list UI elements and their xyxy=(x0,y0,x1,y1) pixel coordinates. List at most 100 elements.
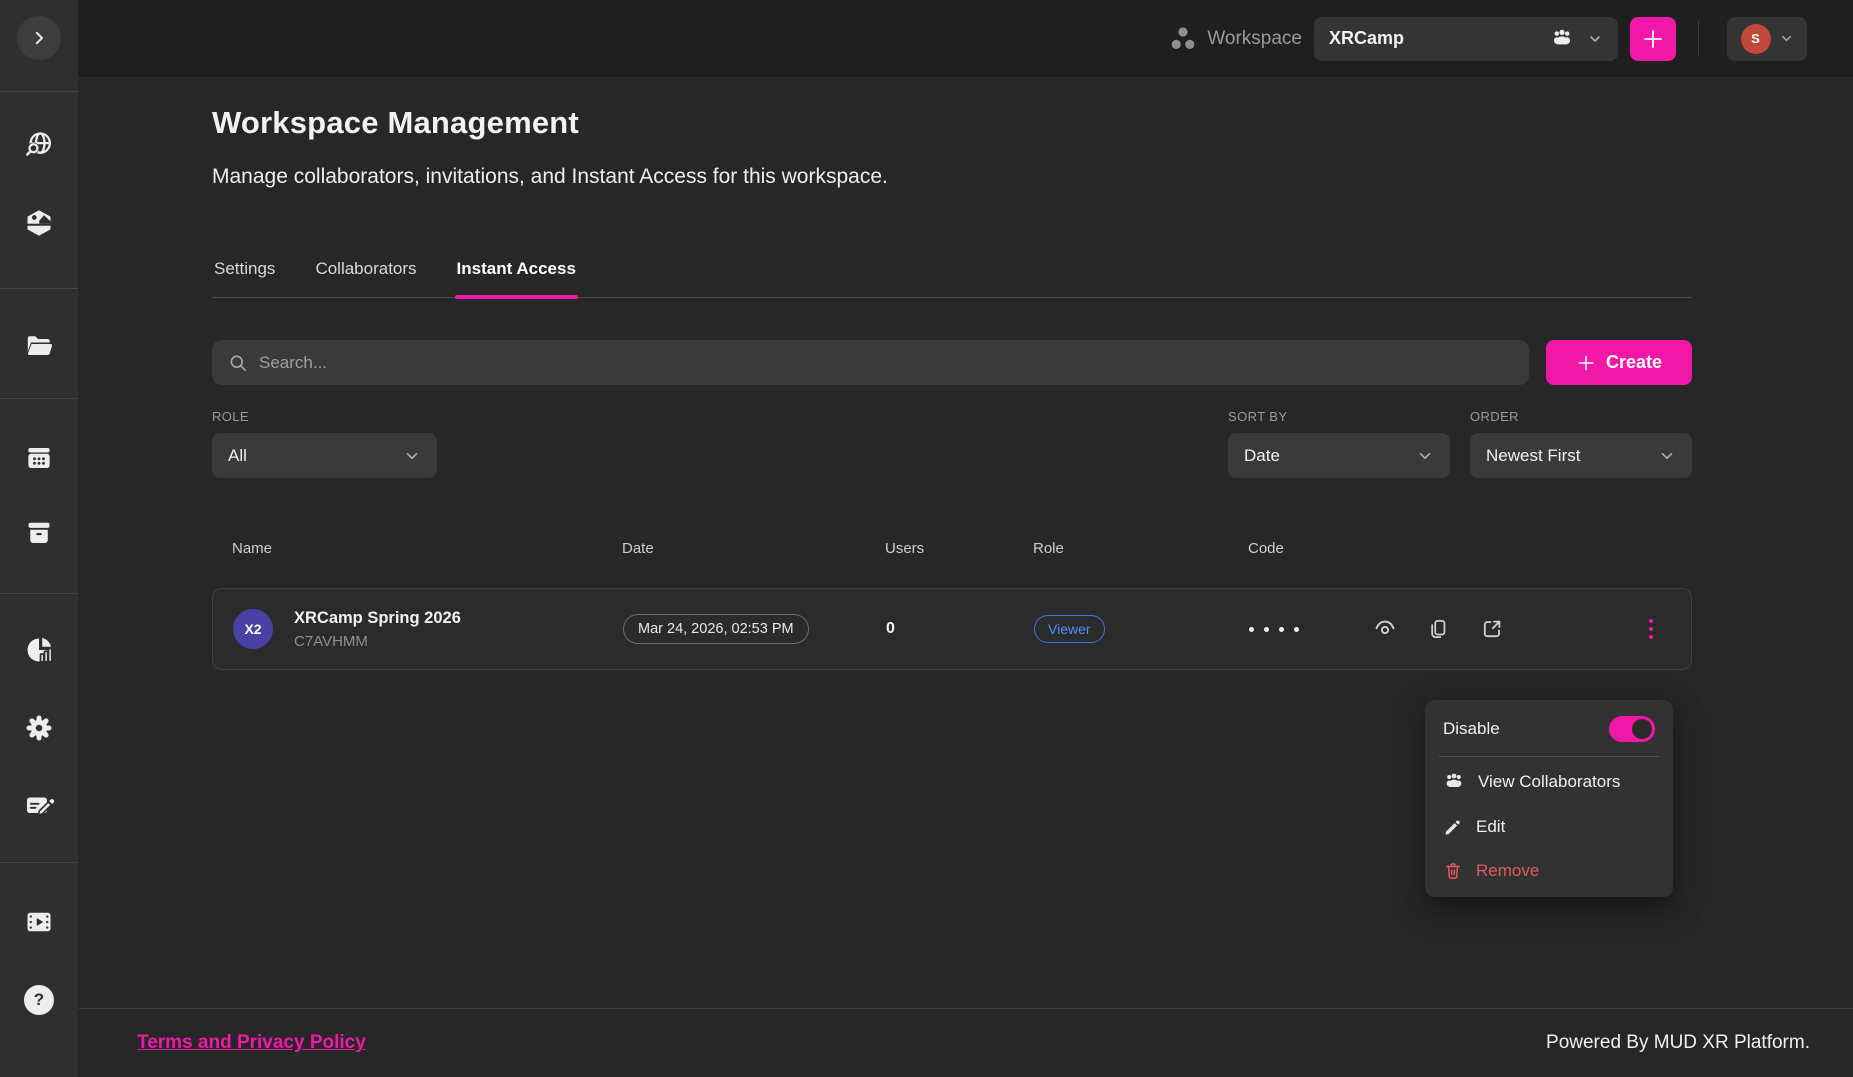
powered-by-text: Powered By MUD XR Platform. xyxy=(1546,1032,1810,1054)
plus-icon xyxy=(1576,353,1596,373)
search-input[interactable] xyxy=(259,353,1513,373)
preview-code-button[interactable] xyxy=(1373,617,1397,641)
sidebar-item-subscription[interactable] xyxy=(0,782,78,828)
sidebar-item-archive[interactable] xyxy=(0,510,78,556)
menu-item-edit[interactable]: Edit xyxy=(1425,805,1673,849)
filters-row: ROLE All SORT BY Date xyxy=(212,409,1692,478)
sidebar-divider xyxy=(0,288,78,289)
settings-gear-icon xyxy=(24,713,54,743)
trash-icon xyxy=(1443,861,1463,881)
plus-icon xyxy=(1641,27,1665,51)
sidebar-item-assets[interactable] xyxy=(0,200,78,246)
row-context-menu: Disable View Collaborators Edit Remove xyxy=(1425,700,1673,897)
sidebar-item-analytics[interactable] xyxy=(0,627,78,673)
order-label: ORDER xyxy=(1470,409,1692,424)
menu-item-view-collaborators[interactable]: View Collaborators xyxy=(1425,759,1673,805)
chevron-down-icon xyxy=(403,447,421,465)
tab-bar: Settings Collaborators Instant Access xyxy=(212,259,1692,298)
order-dropdown[interactable]: Newest First xyxy=(1470,433,1692,478)
avatar: S xyxy=(1741,24,1771,54)
column-header-code: Code xyxy=(1248,540,1372,557)
app-shell: ? Workspace XRCamp xyxy=(0,0,1853,1077)
menu-divider xyxy=(1439,756,1659,757)
role-filter-dropdown[interactable]: All xyxy=(212,433,437,478)
sidebar-divider xyxy=(0,91,78,92)
sidebar-divider xyxy=(0,398,78,399)
eye-icon xyxy=(1373,617,1397,641)
workspace-cluster: Workspace xyxy=(1168,24,1302,54)
sidebar-item-tutorials[interactable] xyxy=(0,899,78,945)
row-masked-code xyxy=(1249,627,1373,632)
order-value: Newest First xyxy=(1486,446,1580,466)
sidebar-divider xyxy=(0,593,78,594)
row-date-badge: Mar 24, 2026, 02:53 PM xyxy=(623,614,809,644)
chevron-down-icon xyxy=(1587,31,1603,47)
footer: Terms and Privacy Policy Powered By MUD … xyxy=(78,1008,1853,1077)
topbar: Workspace XRCamp S xyxy=(78,0,1853,78)
tab-settings[interactable]: Settings xyxy=(212,259,277,297)
sort-by-dropdown[interactable]: Date xyxy=(1228,433,1450,478)
toolbar: Create xyxy=(212,340,1692,385)
chevron-down-icon xyxy=(1416,447,1434,465)
people-group-icon xyxy=(1443,771,1465,793)
globe-search-icon xyxy=(24,130,54,160)
sidebar-item-explore[interactable] xyxy=(0,122,78,168)
folder-open-icon xyxy=(24,330,54,360)
page-subtitle: Manage collaborators, invitations, and I… xyxy=(212,165,1692,189)
row-role-badge: Viewer xyxy=(1034,615,1105,643)
open-link-button[interactable] xyxy=(1480,617,1504,641)
copy-code-button[interactable] xyxy=(1427,618,1450,641)
tab-instant-access[interactable]: Instant Access xyxy=(455,259,578,297)
sidebar: ? xyxy=(0,0,78,1077)
sidebar-item-help[interactable]: ? xyxy=(0,977,78,1023)
help-icon: ? xyxy=(24,985,54,1015)
people-group-icon xyxy=(1550,27,1574,51)
external-link-icon xyxy=(1480,617,1504,641)
disable-toggle[interactable] xyxy=(1609,716,1655,742)
tab-collaborators[interactable]: Collaborators xyxy=(313,259,418,297)
workspace-label: Workspace xyxy=(1207,28,1302,50)
main-column: Workspace XRCamp S xyxy=(78,0,1853,1077)
sidebar-item-settings[interactable] xyxy=(0,705,78,751)
remove-label: Remove xyxy=(1476,861,1655,881)
page-title: Workspace Management xyxy=(212,105,1692,141)
row-avatar: X2 xyxy=(233,609,273,649)
row-code-id: C7AVHMM xyxy=(294,633,461,650)
calendar-grid-icon xyxy=(24,443,54,473)
sidebar-item-projects[interactable] xyxy=(0,322,78,368)
row-actions xyxy=(1373,615,1671,643)
row-menu-button[interactable] xyxy=(1645,615,1657,643)
menu-item-disable[interactable]: Disable xyxy=(1425,704,1673,754)
sidebar-expand-button[interactable] xyxy=(17,16,61,60)
row-name-cell: X2 XRCamp Spring 2026 C7AVHMM xyxy=(233,609,623,650)
chevron-right-icon xyxy=(30,29,48,47)
row-name: XRCamp Spring 2026 xyxy=(294,609,461,628)
sidebar-item-sessions[interactable] xyxy=(0,435,78,481)
row-users-count: 0 xyxy=(886,620,1034,638)
copy-icon xyxy=(1427,618,1450,641)
table-row: X2 XRCamp Spring 2026 C7AVHMM Mar 24, 20… xyxy=(212,588,1692,670)
workspace-selector-value: XRCamp xyxy=(1329,28,1404,49)
sort-by-label: SORT BY xyxy=(1228,409,1450,424)
view-collaborators-label: View Collaborators xyxy=(1478,772,1655,792)
role-filter-label: ROLE xyxy=(212,409,437,424)
search-box xyxy=(212,340,1529,385)
terms-privacy-link[interactable]: Terms and Privacy Policy xyxy=(137,1032,366,1054)
menu-item-remove[interactable]: Remove xyxy=(1425,849,1673,893)
create-button-label: Create xyxy=(1606,352,1662,373)
column-header-date: Date xyxy=(622,540,885,557)
column-header-name: Name xyxy=(232,540,622,557)
workspace-selector[interactable]: XRCamp xyxy=(1314,17,1618,61)
user-menu-button[interactable]: S xyxy=(1727,17,1807,61)
workspace-logo-icon xyxy=(1168,24,1198,54)
role-filter-value: All xyxy=(228,446,247,466)
pencil-icon xyxy=(1443,817,1463,837)
create-button[interactable]: Create xyxy=(1546,340,1692,385)
search-icon xyxy=(228,353,248,373)
create-workspace-button[interactable] xyxy=(1630,17,1676,61)
sidebar-divider xyxy=(0,862,78,863)
cube-gallery-icon xyxy=(24,208,54,238)
video-tutorials-icon xyxy=(24,907,54,937)
table-header: Name Date Users Role Code xyxy=(212,540,1692,557)
card-edit-icon xyxy=(24,790,54,820)
